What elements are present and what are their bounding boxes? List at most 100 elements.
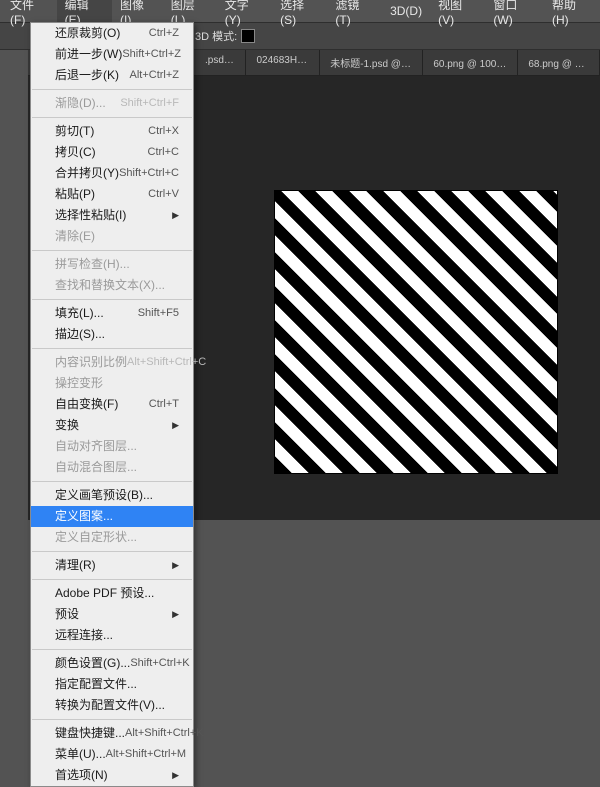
menu-item-label: 自动混合图层... (55, 459, 137, 476)
menu-separator (32, 551, 192, 552)
document-tab[interactable]: 68.png @ 100% (此按...× (518, 50, 600, 75)
mode-swatch[interactable] (241, 29, 255, 43)
menu-item[interactable]: 粘贴(P) Ctrl+V (31, 184, 193, 205)
menu-item-label: 操控变形 (55, 375, 103, 392)
menu-item[interactable]: 自由变换(F) Ctrl+T (31, 394, 193, 415)
menu-item-label: 查找和替换文本(X)... (55, 277, 165, 294)
document-tab[interactable]: 60.png @ 100% (点击这个, ...× (423, 50, 518, 75)
menu-item-label: 渐隐(D)... (55, 95, 106, 112)
menu-item-label: 拼写检查(H)... (55, 256, 130, 273)
menu-窗口[interactable]: 窗口(W) (485, 0, 544, 30)
menu-item[interactable]: 定义图案... (31, 506, 193, 527)
menu-item[interactable]: 剪切(T) Ctrl+X (31, 121, 193, 142)
menu-3d[interactable]: 3D(D) (382, 1, 430, 21)
menu-item[interactable]: 后退一步(K)Alt+Ctrl+Z (31, 65, 193, 86)
menu-shortcut: Shift+Ctrl+F (120, 95, 179, 112)
menu-item: 操控变形 (31, 373, 193, 394)
menu-item[interactable]: 首选项(N) ▶ (31, 765, 193, 786)
menu-item-label: 预设 (55, 606, 79, 623)
menu-item-label: 定义图案... (55, 508, 113, 525)
menu-shortcut: Ctrl+V (148, 186, 179, 203)
menu-item[interactable]: 合并拷贝(Y)Shift+Ctrl+C (31, 163, 193, 184)
document-tab[interactable]: 024683HEKN.psd ...× (246, 50, 320, 75)
menu-item-label: 指定配置文件... (55, 676, 137, 693)
menu-item[interactable]: 远程连接... (31, 625, 193, 646)
menu-item: 清除(E) (31, 226, 193, 247)
menu-item[interactable]: 描边(S)... (31, 324, 193, 345)
menu-shortcut: Alt+Ctrl+Z (129, 67, 179, 84)
menu-shortcut: Ctrl+X (148, 123, 179, 140)
menubar: 文件(F)编辑(E)图像(I)图层(L)文字(Y)选择(S)滤镜(T)3D(D)… (0, 0, 600, 22)
menu-item-label: 还原裁剪(O) (55, 25, 120, 42)
menu-separator (32, 649, 192, 650)
submenu-arrow-icon: ▶ (172, 606, 179, 623)
menu-item[interactable]: 键盘快捷键...Alt+Shift+Ctrl+K (31, 723, 193, 744)
menu-item-label: 选择性粘贴(I) (55, 207, 126, 224)
menu-item-label: 剪切(T) (55, 123, 94, 140)
tool-strip (0, 50, 28, 520)
menu-item-label: 内容识别比例 (55, 354, 127, 371)
mode-label: 3D 模式: (195, 28, 237, 44)
menu-item-label: 前进一步(W) (55, 46, 122, 63)
menu-item: 拼写检查(H)... (31, 254, 193, 275)
menu-item: 自动混合图层... (31, 457, 193, 478)
menu-item[interactable]: 变换 ▶ (31, 415, 193, 436)
menu-shortcut: Shift+Ctrl+Z (122, 46, 181, 63)
menu-item-label: 清理(R) (55, 557, 96, 574)
menu-item[interactable]: 还原裁剪(O)Ctrl+Z (31, 23, 193, 44)
menu-item[interactable]: Adobe PDF 预设... (31, 583, 193, 604)
menu-shortcut: Shift+F5 (138, 305, 179, 322)
menu-item-label: 首选项(N) (55, 767, 108, 784)
menu-shortcut: Alt+Shift+Ctrl+M (106, 746, 186, 763)
menu-item[interactable]: 前进一步(W)Shift+Ctrl+Z (31, 44, 193, 65)
menu-item[interactable]: 菜单(U)...Alt+Shift+Ctrl+M (31, 744, 193, 765)
menu-文字[interactable]: 文字(Y) (217, 0, 272, 30)
menu-item-label: 键盘快捷键... (55, 725, 125, 742)
menu-separator (32, 89, 192, 90)
menu-separator (32, 348, 192, 349)
document-tab[interactable]: .psd @ 1...× (195, 50, 246, 75)
menu-item[interactable]: 颜色设置(G)...Shift+Ctrl+K (31, 653, 193, 674)
menu-item-label: 粘贴(P) (55, 186, 95, 203)
menu-separator (32, 481, 192, 482)
menu-item-label: 填充(L)... (55, 305, 104, 322)
menu-item: 渐隐(D)... Shift+Ctrl+F (31, 93, 193, 114)
submenu-arrow-icon: ▶ (172, 767, 179, 784)
menu-item[interactable]: 指定配置文件... (31, 674, 193, 695)
menu-item-label: 转换为配置文件(V)... (55, 697, 165, 714)
menu-item: 定义自定形状... (31, 527, 193, 548)
menu-item: 查找和替换文本(X)... (31, 275, 193, 296)
submenu-arrow-icon: ▶ (172, 557, 179, 574)
menu-item-label: 自动对齐图层... (55, 438, 137, 455)
menu-视图[interactable]: 视图(V) (430, 0, 485, 30)
submenu-arrow-icon: ▶ (172, 417, 179, 434)
submenu-arrow-icon: ▶ (172, 207, 179, 224)
menu-item[interactable]: 定义画笔预设(B)... (31, 485, 193, 506)
menu-shortcut: Ctrl+C (148, 144, 179, 161)
menu-separator (32, 117, 192, 118)
menu-item[interactable]: 填充(L)... Shift+F5 (31, 303, 193, 324)
menu-item-label: 清除(E) (55, 228, 95, 245)
menu-滤镜[interactable]: 滤镜(T) (327, 0, 382, 30)
menu-separator (32, 579, 192, 580)
menu-shortcut: Ctrl+T (149, 396, 179, 413)
menu-item-label: 描边(S)... (55, 326, 105, 343)
menu-shortcut: Alt+Shift+Ctrl+K (125, 725, 204, 742)
menu-item[interactable]: 转换为配置文件(V)... (31, 695, 193, 716)
menu-帮助[interactable]: 帮助(H) (544, 0, 600, 30)
menu-separator (32, 719, 192, 720)
menu-item-label: 合并拷贝(Y) (55, 165, 119, 182)
menu-item-label: 远程连接... (55, 627, 113, 644)
menu-item-label: 定义画笔预设(B)... (55, 487, 153, 504)
menu-item-label: 自由变换(F) (55, 396, 118, 413)
menu-item-label: 变换 (55, 417, 79, 434)
menu-item[interactable]: 拷贝(C)Ctrl+C (31, 142, 193, 163)
document-canvas[interactable] (275, 191, 557, 473)
menu-separator (32, 299, 192, 300)
menu-item[interactable]: 清理(R) ▶ (31, 555, 193, 576)
menu-item[interactable]: 预设 ▶ (31, 604, 193, 625)
menu-shortcut: Shift+Ctrl+K (130, 655, 189, 672)
document-tab[interactable]: 未标题-1.psd @ 100% (矩形 1, ...× (320, 50, 423, 75)
menu-item[interactable]: 选择性粘贴(I) ▶ (31, 205, 193, 226)
menu-选择[interactable]: 选择(S) (272, 0, 327, 30)
